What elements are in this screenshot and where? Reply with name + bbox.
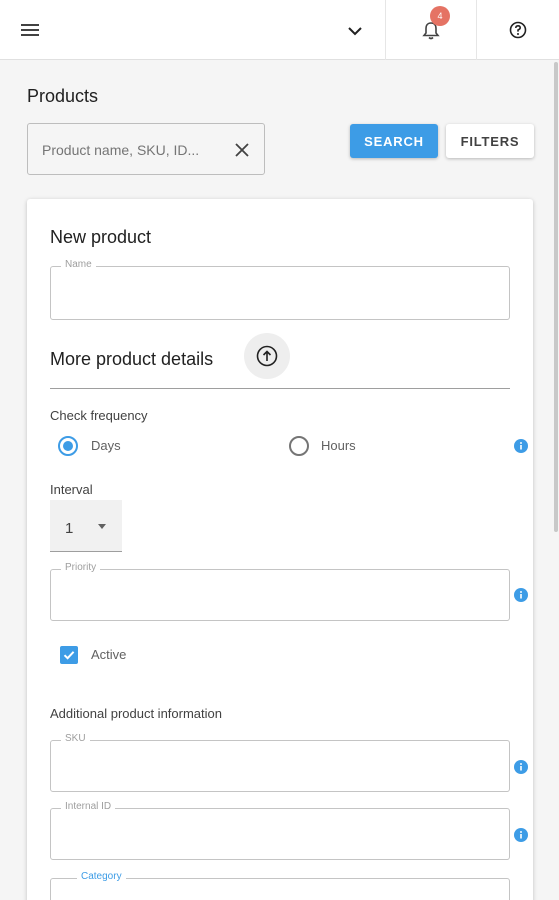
priority-field: Priority: [50, 562, 510, 621]
arrow-up-circle-icon: [256, 345, 278, 367]
internal-id-field-label: Internal ID: [61, 801, 116, 812]
internal-id-input[interactable]: [63, 823, 497, 845]
priority-field-label: Priority: [61, 562, 101, 573]
hamburger-menu-icon[interactable]: [12, 16, 48, 44]
help-button[interactable]: [477, 0, 559, 60]
check-frequency-label: Check frequency: [50, 408, 148, 423]
radio-hours[interactable]: [289, 436, 309, 456]
search-button[interactable]: SEARCH: [350, 124, 438, 158]
name-field-label: Name: [61, 259, 96, 270]
close-icon[interactable]: [232, 140, 252, 160]
active-checkbox[interactable]: [60, 646, 78, 664]
category-input[interactable]: [63, 893, 497, 900]
interval-value: 1: [65, 520, 74, 537]
notification-badge: 4: [430, 6, 450, 26]
active-label: Active: [91, 647, 127, 662]
interval-select[interactable]: 1: [50, 500, 122, 552]
page-title: Products: [27, 86, 99, 106]
radio-hours-label: Hours: [321, 438, 356, 453]
check-icon: [63, 651, 75, 660]
product-search-input[interactable]: [42, 140, 222, 160]
additional-info-title: Additional product information: [50, 706, 222, 721]
section-divider: [50, 388, 510, 389]
category-field-label: Category: [77, 871, 126, 882]
card-title: New product: [50, 227, 152, 247]
priority-input[interactable]: [63, 584, 497, 606]
name-field: Name: [50, 259, 510, 320]
scrollbar-thumb[interactable]: [554, 62, 558, 532]
internal-id-field: Internal ID: [50, 801, 510, 860]
chevron-down-icon[interactable]: [342, 18, 368, 44]
product-search-box: [27, 123, 265, 175]
help-circle-icon: [509, 21, 527, 39]
new-product-card: New product Name More product details Ch…: [27, 199, 533, 900]
radio-days[interactable]: [58, 436, 78, 456]
radio-days-label: Days: [91, 438, 121, 453]
company-select[interactable]: [186, 14, 338, 48]
info-icon[interactable]: [514, 439, 528, 453]
name-input[interactable]: [63, 281, 497, 303]
sku-field: SKU: [50, 733, 510, 792]
top-app-bar: 4: [0, 0, 559, 60]
collapse-section-button[interactable]: [244, 333, 290, 379]
sku-field-label: SKU: [61, 733, 90, 744]
more-details-title: More product details: [50, 349, 214, 369]
info-icon[interactable]: [514, 828, 528, 842]
notifications-button[interactable]: 4: [386, 0, 476, 60]
sku-input[interactable]: [63, 755, 497, 777]
caret-down-icon: [98, 524, 106, 529]
info-icon[interactable]: [514, 588, 528, 602]
info-icon[interactable]: [514, 760, 528, 774]
filters-button[interactable]: FILTERS: [446, 124, 534, 158]
category-field: Category: [50, 871, 510, 900]
interval-label: Interval: [50, 482, 93, 497]
